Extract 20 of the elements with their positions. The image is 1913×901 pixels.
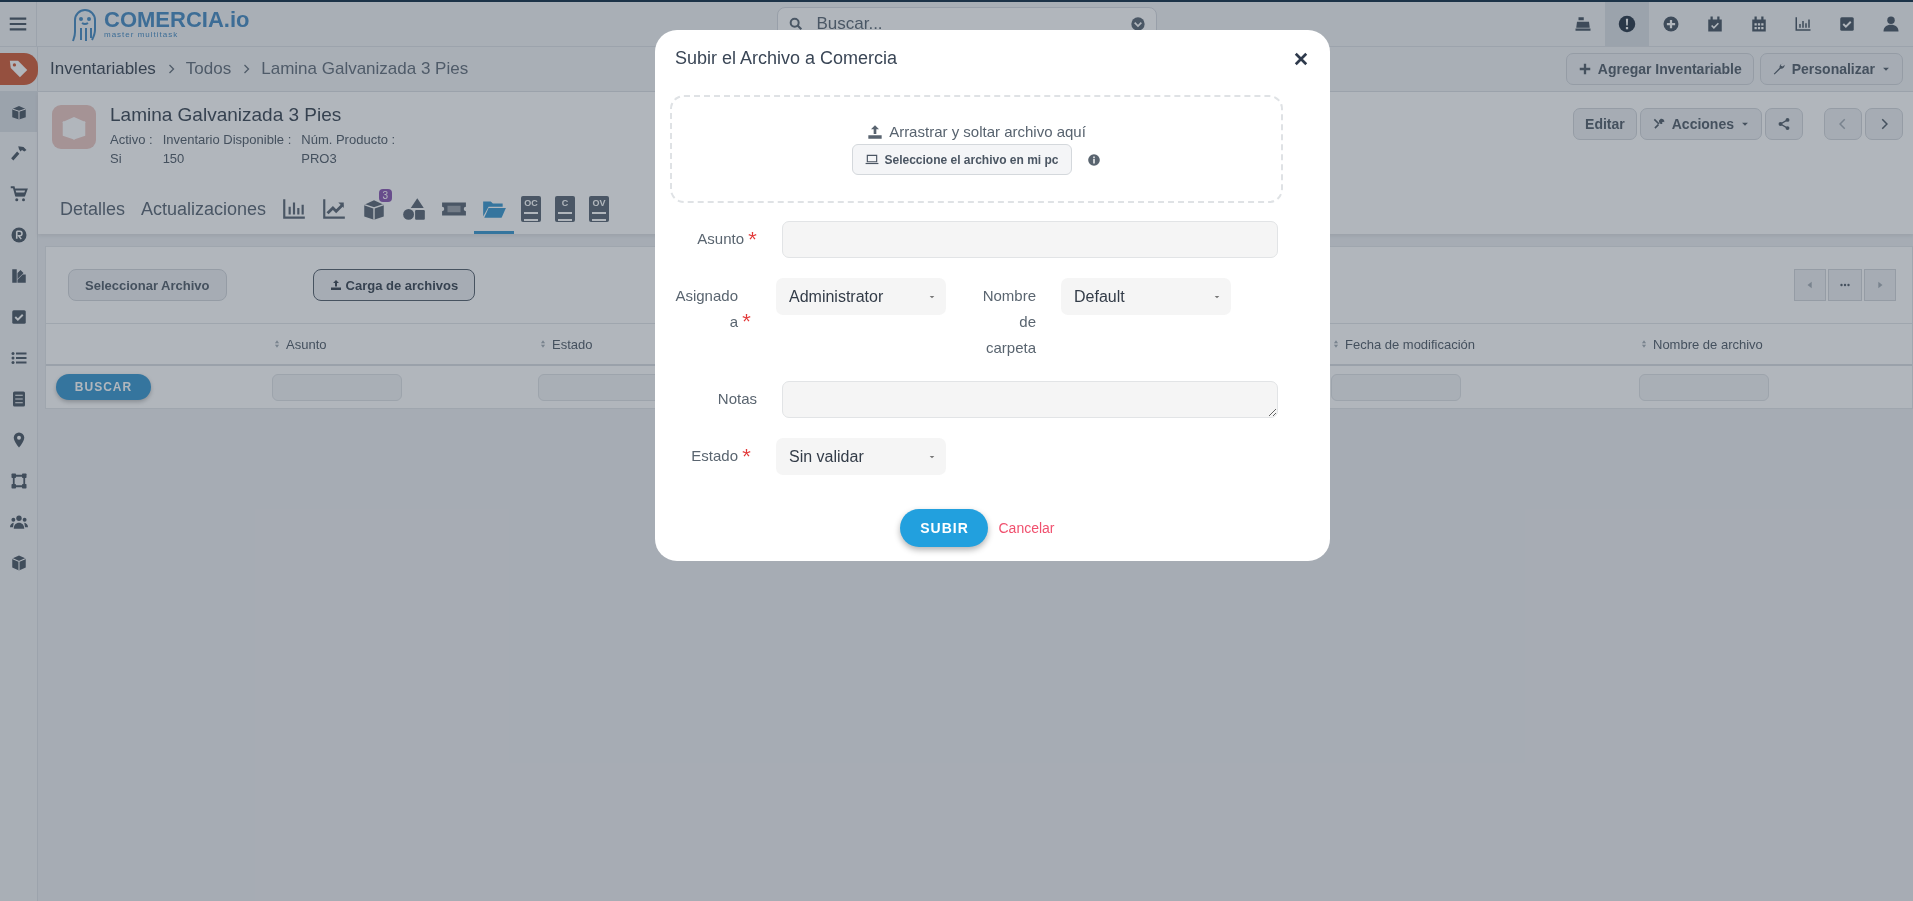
field-label: Núm. Producto :: [301, 132, 396, 147]
form-label: Estado: [691, 446, 738, 466]
count-badge: 3: [378, 189, 393, 202]
field-label: Activo :: [110, 132, 153, 147]
logo-name: COMERCIA.io: [104, 9, 250, 31]
field-value: 150: [162, 151, 186, 166]
form-label: Notas: [717, 389, 757, 409]
document-icon: C: [555, 196, 576, 222]
field-value: Si: [110, 151, 123, 166]
logo-tagline: master multitask: [104, 31, 180, 39]
form-label: Asignado a: [675, 286, 738, 332]
field-value: PRO3: [301, 151, 338, 166]
form-label: Nombre de carpeta: [981, 286, 1036, 358]
record-title: Lamina Galvanizada 3 Pies: [110, 104, 343, 126]
document-icon: OV: [589, 196, 610, 222]
document-icon: OC: [521, 196, 542, 222]
field-label: Inventario Disponible :: [162, 132, 292, 147]
dialog-title: Subir el Archivo a Comercia: [675, 48, 898, 69]
drop-hint: Arrastrar y soltar archivo aquí: [889, 123, 1086, 140]
form-label: Asunto: [697, 229, 744, 249]
